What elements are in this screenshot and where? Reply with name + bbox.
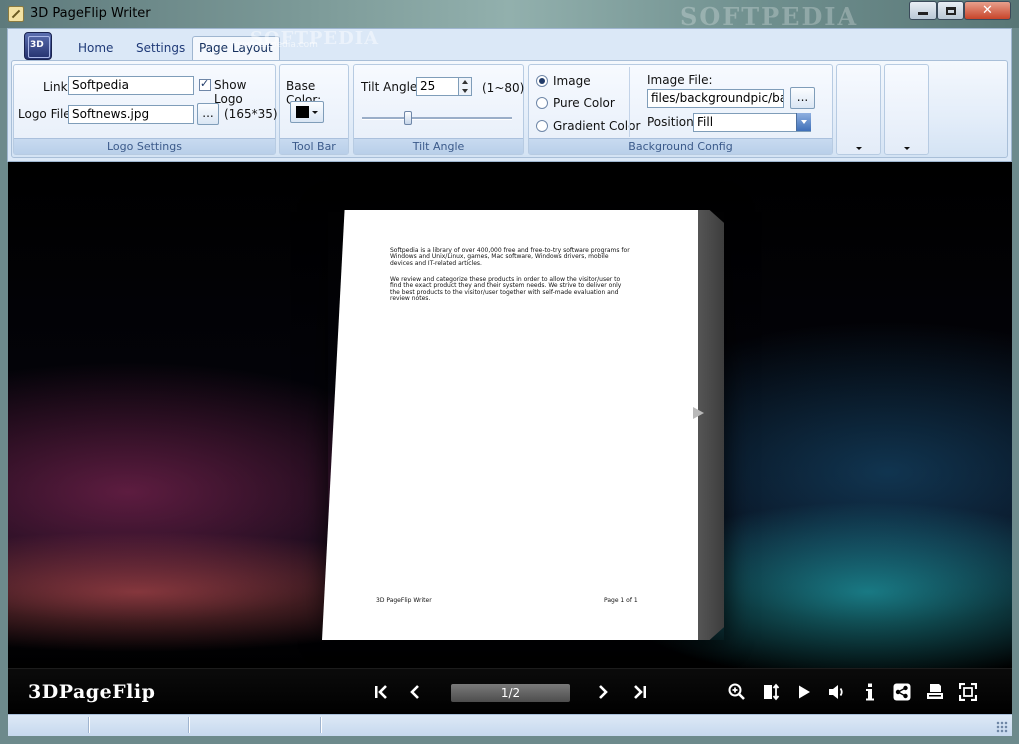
base-color-picker[interactable]	[290, 101, 324, 123]
window-title: 3D PageFlip Writer	[30, 6, 151, 21]
flipbook-preview: Softpedia is a library of over 400,000 f…	[8, 162, 1012, 714]
page-footer-title: 3D PageFlip Writer	[376, 597, 432, 604]
image-browse-button[interactable]: ...	[790, 87, 815, 109]
ribbon-dropdown-button-2[interactable]	[884, 64, 929, 155]
base-color-swatch	[296, 106, 309, 118]
first-page-icon	[375, 685, 387, 699]
page-paragraph: We review and categorize these products …	[390, 276, 622, 302]
zoom-in-button[interactable]	[726, 682, 748, 702]
print-button[interactable]	[924, 682, 946, 702]
background-image-radio[interactable]	[536, 75, 548, 87]
app-menu-button[interactable]	[24, 32, 52, 60]
title-bar: 3D PageFlip Writer SOFTPEDIA ✕	[0, 0, 1019, 31]
share-button[interactable]	[891, 682, 913, 702]
chevron-left-icon	[410, 685, 419, 699]
show-logo-checkbox[interactable]	[199, 77, 211, 91]
tool-bar-group: Base Color: Tool Bar	[279, 64, 349, 155]
tilt-angle-caption: Tilt Angle	[354, 138, 523, 154]
position-dropdown-button[interactable]	[796, 113, 811, 131]
tilt-angle-slider-track[interactable]	[362, 117, 512, 120]
background-config-caption: Background Config	[529, 138, 832, 154]
auto-flip-button[interactable]	[760, 682, 782, 702]
status-separator	[88, 717, 90, 733]
image-file-input[interactable]: files/backgroundpic/backgrc	[647, 89, 784, 108]
page-paragraph: Softpedia is a library of over 400,000 f…	[390, 247, 630, 267]
logo-file-input[interactable]: Softnews.jpg	[68, 105, 194, 124]
background-pure-color-radio[interactable]	[536, 97, 548, 109]
chevron-down-icon	[312, 111, 318, 114]
sound-button[interactable]	[826, 682, 848, 702]
logo-browse-button[interactable]: ...	[197, 103, 219, 125]
book-page[interactable]: Softpedia is a library of over 400,000 f…	[322, 210, 698, 640]
softpedia-watermark: SOFTPEDIA	[680, 2, 859, 31]
background-config-group: Image Pure Color Gradient Color Image Fi…	[528, 64, 833, 155]
print-icon	[927, 684, 943, 699]
chevron-right-icon	[599, 685, 608, 699]
position-select[interactable]: Fill	[693, 113, 811, 132]
page-indicator[interactable]: 1/2	[451, 684, 570, 702]
status-separator	[188, 717, 190, 733]
play-icon	[799, 685, 810, 699]
background-gradient-color-radio[interactable]	[536, 120, 548, 132]
image-file-label: Image File:	[647, 73, 713, 87]
last-page-button[interactable]	[629, 682, 651, 702]
info-button[interactable]	[861, 682, 879, 702]
logo-settings-caption: Logo Settings	[14, 138, 275, 154]
softpedia-url-watermark: www.softpedia.com	[230, 40, 318, 50]
minimize-icon	[918, 12, 928, 15]
maximize-icon	[945, 6, 956, 15]
next-page-button[interactable]	[592, 682, 614, 702]
resize-grip-icon[interactable]	[996, 721, 1008, 733]
tilt-angle-group: Tilt Angle: 25 (1~80) Tilt Angle	[353, 64, 524, 155]
previous-page-button[interactable]	[404, 682, 426, 702]
logo-file-label: Logo File:	[18, 107, 75, 121]
tilt-angle-range-hint: (1~80)	[482, 81, 525, 95]
page-footer-number: Page 1 of 1	[604, 597, 638, 604]
ribbon-dropdown-button-1[interactable]	[836, 64, 881, 155]
chevron-down-icon	[904, 147, 910, 150]
logo-settings-group: Link: Softpedia Show Logo Logo File: Sof…	[13, 64, 278, 155]
last-page-icon	[634, 685, 646, 699]
close-button[interactable]: ✕	[964, 1, 1011, 20]
tool-bar-caption: Tool Bar	[280, 138, 348, 154]
fullscreen-icon	[959, 683, 977, 701]
tilt-angle-label: Tilt Angle:	[361, 80, 422, 94]
flipbook-toolbar: 3DPageFlip 1/2	[8, 668, 1012, 714]
first-page-button[interactable]	[370, 682, 392, 702]
app-icon	[8, 6, 24, 22]
chevron-down-icon	[856, 147, 862, 150]
auto-flip-icon	[764, 683, 780, 701]
link-input[interactable]: Softpedia	[68, 76, 194, 95]
position-label: Position:	[647, 115, 698, 129]
show-logo-label: Show Logo	[214, 78, 247, 106]
tilt-angle-slider-thumb[interactable]	[403, 111, 412, 125]
tilt-angle-spinner[interactable]	[458, 77, 472, 96]
share-icon	[893, 683, 911, 701]
status-separator	[320, 717, 322, 733]
brand-logo: 3DPageFlip	[28, 681, 156, 703]
minimize-button[interactable]	[909, 1, 937, 20]
group-divider	[629, 67, 630, 137]
logo-size-hint: (165*35)	[224, 107, 278, 121]
info-icon	[866, 683, 874, 701]
close-icon: ✕	[982, 3, 993, 18]
next-page-arrow-icon[interactable]	[693, 407, 704, 419]
tilt-angle-input[interactable]: 25	[416, 77, 460, 96]
background-pure-color-label: Pure Color	[553, 96, 615, 110]
zoom-in-icon	[728, 683, 745, 700]
status-bar	[8, 714, 1012, 736]
background-gradient-color-label: Gradient Color	[553, 119, 641, 133]
tab-home[interactable]: Home	[72, 38, 119, 60]
background-image-label: Image	[553, 74, 591, 88]
tab-settings[interactable]: Settings	[130, 38, 191, 60]
fullscreen-button[interactable]	[957, 682, 979, 702]
maximize-button[interactable]	[937, 1, 964, 20]
play-button[interactable]	[793, 682, 815, 702]
speaker-icon	[829, 685, 843, 699]
